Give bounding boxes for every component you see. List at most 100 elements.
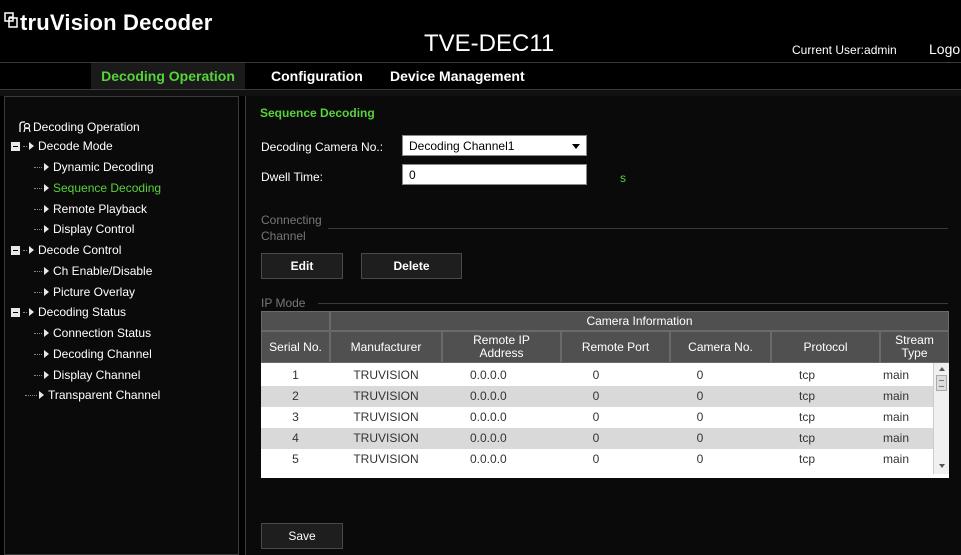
- tab-device-management[interactable]: Device Management: [390, 63, 525, 89]
- table-group-header: Camera Information: [330, 311, 949, 331]
- tab-decoding-operation[interactable]: Decoding Operation: [91, 63, 245, 89]
- header-bar: truVision Decoder TVE-DEC11 Current User…: [0, 0, 961, 62]
- tree-item-decode-mode[interactable]: Decode Mode: [11, 138, 113, 154]
- cell-protocol: tcp: [799, 410, 816, 424]
- tree-item-label: Decode Control: [38, 243, 122, 257]
- dwell-time-input[interactable]: 0: [402, 164, 587, 185]
- col-remote-ip-header: Remote IP Address: [442, 331, 561, 363]
- table-row[interactable]: 5 TRUVISION 0.0.0.0 0 0 tcp main: [261, 449, 933, 470]
- tab-configuration[interactable]: Configuration: [271, 63, 363, 89]
- cell-port: 0: [592, 389, 600, 403]
- cell-manufacturer: TRUVISION: [353, 389, 419, 403]
- scroll-down-icon[interactable]: [939, 464, 945, 468]
- arrow-right-icon: [39, 391, 44, 399]
- tree-item-dynamic-decoding[interactable]: Dynamic Decoding: [34, 159, 154, 175]
- device-name: TVE-DEC11: [424, 30, 555, 57]
- current-user-label: Current User:admin: [792, 43, 897, 57]
- arrow-right-icon: [29, 308, 34, 316]
- tree-connector: [34, 187, 42, 189]
- table-scrollbar[interactable]: [933, 363, 949, 474]
- tree-item-decoding-status[interactable]: Decoding Status: [11, 304, 126, 320]
- camera-no-value: Decoding Channel1: [409, 139, 515, 153]
- tree-item-label: Connection Status: [53, 326, 152, 340]
- sidebar-tree: Decoding Operation Decode Mode Dynamic D…: [4, 96, 239, 555]
- cell-camera: 0: [696, 452, 704, 466]
- arrow-right-icon: [44, 329, 49, 337]
- table-row[interactable]: 4 TRUVISION 0.0.0.0 0 0 tcp main: [261, 428, 933, 449]
- cell-ip: 0.0.0.0: [470, 452, 507, 466]
- tree-item-display-control[interactable]: Display Control: [34, 221, 134, 237]
- cell-stream: main: [883, 431, 910, 445]
- cell-serial: 5: [292, 452, 299, 466]
- tree-connector: [34, 228, 42, 230]
- tree-item-label: Transparent Channel: [48, 388, 161, 402]
- cell-port: 0: [592, 452, 600, 466]
- tree-item-sequence-decoding[interactable]: Sequence Decoding: [34, 180, 161, 196]
- tree-root-decoding-operation[interactable]: Decoding Operation: [18, 119, 140, 135]
- tree-connector: [34, 270, 42, 272]
- logout-link[interactable]: Logout: [929, 41, 961, 57]
- cell-port: 0: [592, 368, 600, 382]
- arrow-right-icon: [44, 184, 49, 192]
- tree-item-label: Remote Playback: [53, 202, 148, 216]
- app-title: truVision Decoder: [20, 10, 213, 35]
- col-stream-type-header: Stream Type: [880, 331, 949, 363]
- arrow-right-icon: [44, 267, 49, 275]
- scroll-up-icon[interactable]: [939, 367, 945, 371]
- cell-port: 0: [592, 410, 600, 424]
- table-row[interactable]: 3 TRUVISION 0.0.0.0 0 0 tcp main: [261, 407, 933, 428]
- tree-connector: [34, 332, 42, 334]
- dwell-time-unit: s: [620, 171, 626, 185]
- cell-manufacturer: TRUVISION: [353, 368, 419, 382]
- tree-item-label: Picture Overlay: [53, 285, 136, 299]
- cell-serial: 4: [292, 431, 299, 445]
- section-title: Sequence Decoding: [260, 106, 375, 120]
- table-header-blank: [261, 311, 330, 331]
- arrow-right-icon: [44, 350, 49, 358]
- tree-item-remote-playback[interactable]: Remote Playback: [34, 201, 147, 217]
- cell-protocol: tcp: [799, 389, 816, 403]
- tree-connector: [23, 145, 27, 147]
- tree-item-transparent-channel[interactable]: Transparent Channel: [25, 387, 160, 403]
- cell-serial: 1: [292, 368, 299, 382]
- table-row[interactable]: 2 TRUVISION 0.0.0.0 0 0 tcp main: [261, 386, 933, 407]
- delete-button[interactable]: Delete: [361, 253, 462, 279]
- arrow-right-icon: [44, 225, 49, 233]
- col-remote-ip-line2: Address: [479, 346, 524, 360]
- collapse-icon[interactable]: [11, 245, 20, 255]
- tree-item-label: Display Channel: [53, 368, 141, 382]
- camera-no-select[interactable]: Decoding Channel1: [402, 135, 587, 156]
- cell-ip: 0.0.0.0: [470, 431, 507, 445]
- arrow-right-icon: [44, 205, 49, 213]
- collapse-icon[interactable]: [11, 141, 20, 151]
- tree-connector: [34, 291, 42, 293]
- scroll-thumb[interactable]: [936, 375, 947, 391]
- tree-item-label: Ch Enable/Disable: [53, 264, 153, 278]
- col-protocol-header: Protocol: [771, 331, 880, 363]
- tree-connector: [34, 353, 42, 355]
- save-button[interactable]: Save: [261, 523, 343, 549]
- tree-connector: [23, 249, 27, 251]
- cell-protocol: tcp: [799, 368, 816, 382]
- collapse-icon[interactable]: [11, 307, 20, 317]
- tree-connector: [34, 166, 42, 168]
- cell-ip: 0.0.0.0: [470, 368, 507, 382]
- cell-camera: 0: [696, 431, 704, 445]
- tree-item-label: Dynamic Decoding: [53, 160, 154, 174]
- tree-connector: [34, 374, 42, 376]
- tree-item-display-channel[interactable]: Display Channel: [34, 367, 140, 383]
- tree-item-decode-control[interactable]: Decode Control: [11, 242, 121, 258]
- cell-protocol: tcp: [799, 452, 816, 466]
- tree-item-connection-status[interactable]: Connection Status: [34, 325, 151, 341]
- tree-item-decoding-channel[interactable]: Decoding Channel: [34, 346, 152, 362]
- tree-item-ch-enable-disable[interactable]: Ch Enable/Disable: [34, 263, 152, 279]
- tree-connector: [34, 208, 42, 210]
- cell-protocol: tcp: [799, 431, 816, 445]
- edit-button[interactable]: Edit: [261, 253, 343, 279]
- tree-item-picture-overlay[interactable]: Picture Overlay: [34, 284, 135, 300]
- table-row[interactable]: 1 TRUVISION 0.0.0.0 0 0 tcp main: [261, 365, 933, 386]
- cell-port: 0: [592, 431, 600, 445]
- connecting-label-line2: Channel: [261, 229, 306, 243]
- cell-manufacturer: TRUVISION: [353, 452, 419, 466]
- camera-no-label: Decoding Camera No.:: [261, 140, 384, 154]
